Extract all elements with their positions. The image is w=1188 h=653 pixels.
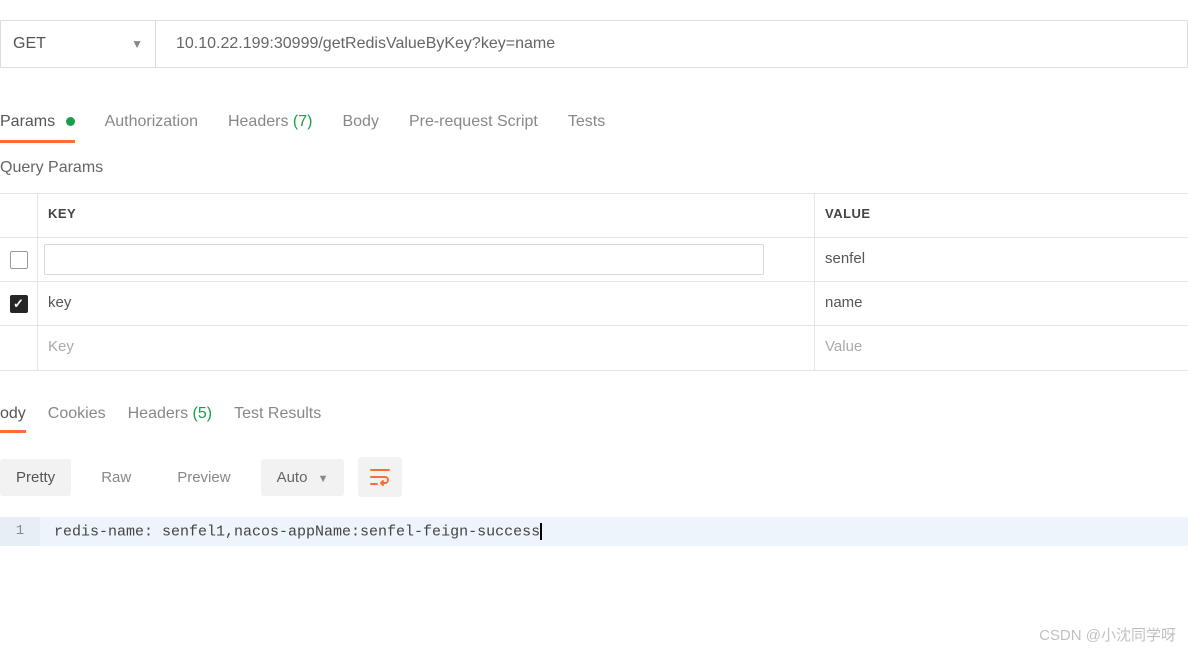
tab-params-label: Params xyxy=(0,113,55,130)
response-tabs: ody Cookies Headers (5) Test Results xyxy=(0,397,1188,431)
tab-authorization[interactable]: Authorization xyxy=(105,103,198,141)
request-bar: GET ▼ 10.10.22.199:30999/getRedisValueBy… xyxy=(0,20,1188,68)
header-key: KEY xyxy=(38,194,815,237)
response-text: redis-name: senfel1,nacos-appName:senfel… xyxy=(54,523,540,540)
tab-response-body[interactable]: ody xyxy=(0,397,26,431)
row-checkbox-cell xyxy=(0,326,38,370)
tab-cookies[interactable]: Cookies xyxy=(48,397,106,431)
response-toolbar: Pretty Raw Preview Auto ▼ xyxy=(0,457,1188,497)
key-input[interactable] xyxy=(44,244,764,275)
tab-headers[interactable]: Headers (7) xyxy=(228,103,313,141)
row-checkbox-cell xyxy=(0,238,38,281)
tab-params[interactable]: Params xyxy=(0,103,75,141)
http-method-label: GET xyxy=(13,35,46,53)
tab-tests[interactable]: Tests xyxy=(568,103,605,141)
tab-test-results[interactable]: Test Results xyxy=(234,397,321,431)
value-placeholder[interactable]: Value xyxy=(815,326,1188,370)
query-params-title: Query Params xyxy=(0,159,1188,177)
chevron-down-icon: ▼ xyxy=(131,37,143,51)
table-row-placeholder: Key Value xyxy=(0,326,1188,370)
table-row: senfel xyxy=(0,238,1188,282)
header-value: VALUE xyxy=(815,194,1188,237)
line-number: 1 xyxy=(0,517,40,546)
tab-body[interactable]: Body xyxy=(342,103,378,141)
http-method-select[interactable]: GET ▼ xyxy=(1,21,156,67)
params-table: KEY VALUE senfel ✓ key name Key Value xyxy=(0,193,1188,371)
pretty-button[interactable]: Pretty xyxy=(0,459,71,496)
row-checkbox[interactable] xyxy=(10,251,28,269)
header-check-cell xyxy=(0,194,38,237)
key-placeholder[interactable]: Key xyxy=(38,326,815,370)
table-row: ✓ key name xyxy=(0,282,1188,326)
chevron-down-icon: ▼ xyxy=(318,473,329,485)
row-value-cell[interactable]: name xyxy=(815,282,1188,325)
text-cursor xyxy=(540,523,542,540)
row-checkbox-cell: ✓ xyxy=(0,282,38,325)
tab-prerequest[interactable]: Pre-request Script xyxy=(409,103,538,141)
format-select[interactable]: Auto ▼ xyxy=(261,459,345,496)
params-indicator-dot xyxy=(66,117,75,126)
table-header-row: KEY VALUE xyxy=(0,194,1188,238)
raw-button[interactable]: Raw xyxy=(85,459,147,496)
watermark: CSDN @小沈同学呀 xyxy=(1039,624,1176,645)
wrap-lines-icon xyxy=(370,468,390,486)
format-label: Auto xyxy=(277,469,308,486)
headers-count: (7) xyxy=(293,113,313,130)
tab-response-headers-label: Headers xyxy=(128,405,188,422)
wrap-lines-button[interactable] xyxy=(358,457,402,497)
tab-headers-label: Headers xyxy=(228,113,288,130)
response-body: 1 redis-name: senfel1,nacos-appName:senf… xyxy=(0,517,1188,546)
row-key-cell[interactable] xyxy=(38,238,815,281)
response-headers-count: (5) xyxy=(193,405,213,422)
preview-button[interactable]: Preview xyxy=(161,459,246,496)
row-value-cell[interactable]: senfel xyxy=(815,238,1188,281)
tab-response-headers[interactable]: Headers (5) xyxy=(128,397,213,431)
row-key-cell[interactable]: key xyxy=(38,282,815,325)
response-content[interactable]: redis-name: senfel1,nacos-appName:senfel… xyxy=(40,517,556,546)
url-input[interactable]: 10.10.22.199:30999/getRedisValueByKey?ke… xyxy=(156,21,1187,67)
request-tabs: Params Authorization Headers (7) Body Pr… xyxy=(0,103,1188,141)
row-checkbox[interactable]: ✓ xyxy=(10,295,28,313)
